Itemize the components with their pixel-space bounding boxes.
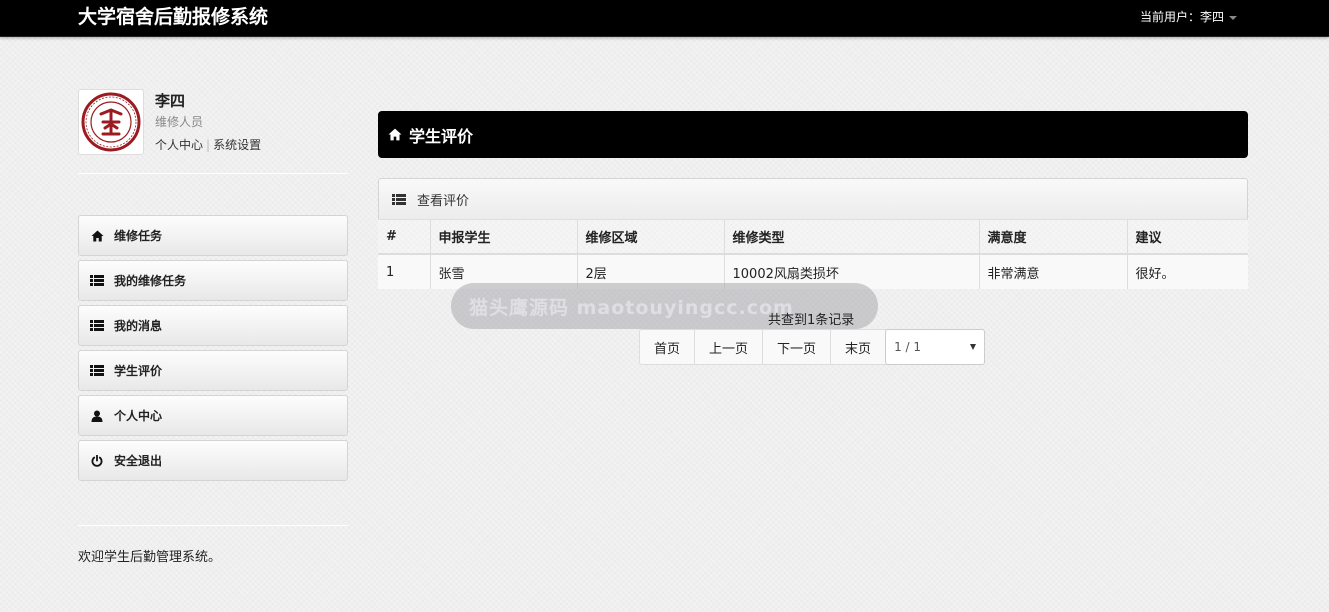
profile-card: 李四 维修人员 个人中心 | 系统设置: [78, 89, 348, 155]
home-icon: [89, 229, 105, 243]
dropdown-arrow-icon: [970, 344, 977, 350]
caret-down-icon: [1229, 15, 1237, 20]
divider: [78, 173, 348, 174]
column-header: #: [378, 219, 430, 255]
record-count: 共查到1条记录: [768, 313, 855, 328]
link-separator: |: [206, 138, 211, 152]
table-row: 1 张雪 2层 10002风扇类损坏 非常满意 很好。: [378, 254, 1248, 289]
sidebar-item-label: 维修任务: [114, 229, 163, 243]
column-header: 满意度: [978, 219, 1127, 255]
list-icon: [89, 274, 105, 288]
profile-name: 李四: [155, 92, 186, 110]
welcome-text: 欢迎学生后勤管理系统。: [78, 550, 222, 565]
last-page-button[interactable]: 末页: [830, 330, 885, 364]
sidebar-item-label: 学生评价: [114, 364, 163, 378]
profile-role: 维修人员: [155, 115, 204, 129]
sidebar-item-my-messages[interactable]: 我的消息: [78, 305, 348, 346]
table-cell: 1: [378, 254, 430, 289]
sidebar-item-logout[interactable]: 安全退出: [78, 440, 348, 481]
personal-center-link[interactable]: 个人中心: [155, 138, 203, 152]
panel-heading: 查看评价: [378, 178, 1248, 220]
page-title-bar: 学生评价: [378, 111, 1248, 158]
sidebar-item-repair-tasks[interactable]: 维修任务: [78, 215, 348, 256]
list-icon: [89, 364, 105, 378]
university-seal-icon: [81, 92, 141, 152]
app-title[interactable]: 大学宿舍后勤报修系统: [78, 5, 268, 29]
column-header: 维修类型: [723, 219, 979, 255]
top-navbar: 大学宿舍后勤报修系统 当前用户：李四: [0, 0, 1329, 37]
home-icon: [388, 128, 402, 141]
pagination: 首页 上一页 下一页 末页 1 / 1: [639, 329, 986, 365]
power-icon: [89, 454, 105, 468]
prev-page-button[interactable]: 上一页: [694, 330, 762, 364]
current-user-menu[interactable]: 当前用户：李四: [1140, 9, 1237, 25]
divider: [78, 525, 348, 526]
table-cell: 张雪: [429, 254, 577, 289]
sidebar-item-label: 个人中心: [114, 409, 163, 423]
sidebar-item-label: 安全退出: [114, 454, 163, 468]
column-header: 维修区域: [576, 219, 724, 255]
avatar: [78, 89, 144, 155]
user-icon: [89, 409, 105, 423]
sidebar-item-my-repair-tasks[interactable]: 我的维修任务: [78, 260, 348, 301]
column-header: 建议: [1126, 219, 1248, 255]
reviews-table: # 申报学生 维修区域 维修类型 满意度 建议 1 张雪 2层 10002风扇类…: [378, 219, 1248, 289]
list-icon: [392, 193, 406, 205]
table-cell: 很好。: [1126, 254, 1248, 289]
sidebar-nav: 维修任务 我的维修任务 我的消息 学生评价 个人中心 安全退出: [78, 215, 348, 485]
page-select-value: 1 / 1: [894, 340, 922, 354]
table-cell: 非常满意: [978, 254, 1127, 289]
system-settings-link[interactable]: 系统设置: [213, 138, 261, 152]
page-select[interactable]: 1 / 1: [885, 329, 986, 365]
page-title: 学生评价: [409, 126, 474, 146]
next-page-button[interactable]: 下一页: [762, 330, 830, 364]
sidebar-item-personal-center[interactable]: 个人中心: [78, 395, 348, 436]
profile-links: 个人中心 | 系统设置: [155, 136, 261, 153]
list-icon: [89, 319, 105, 333]
sidebar-item-student-reviews[interactable]: 学生评价: [78, 350, 348, 391]
column-header: 申报学生: [429, 219, 577, 255]
sidebar-item-label: 我的维修任务: [114, 274, 187, 288]
first-page-button[interactable]: 首页: [640, 330, 694, 364]
panel-title: 查看评价: [417, 193, 470, 209]
table-cell: 2层: [576, 254, 724, 289]
table-cell: 10002风扇类损坏: [723, 254, 979, 289]
current-user-label: 当前用户：李四: [1139, 10, 1224, 24]
sidebar-item-label: 我的消息: [114, 319, 163, 333]
table-header-row: # 申报学生 维修区域 维修类型 满意度 建议: [378, 219, 1248, 255]
